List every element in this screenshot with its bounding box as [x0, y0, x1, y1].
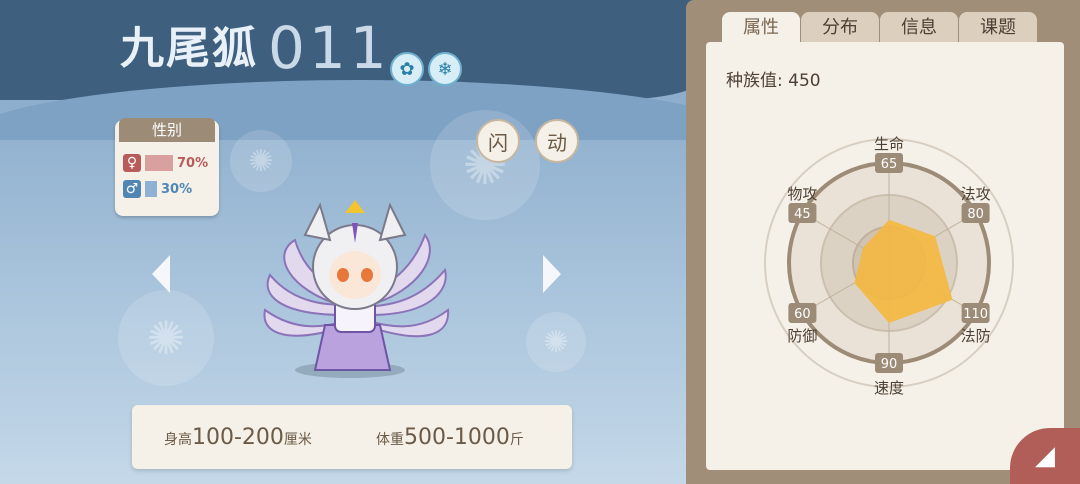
stat-label: 速度	[874, 379, 904, 397]
pokemon-name: 九尾狐	[120, 23, 258, 74]
swipe-icon: ◢	[1035, 441, 1055, 471]
pokemon-display: ✺ ✺ ✺ ✺ 九尾狐 011 ✿ ❄ 性别 ♀ 70% ♂ 30% 闪 动 身…	[0, 0, 700, 484]
prev-arrow-icon[interactable]	[152, 255, 170, 293]
tab-attributes[interactable]: 属性	[722, 12, 800, 43]
male-ratio: 30%	[161, 181, 193, 197]
stat-label: 法攻	[961, 185, 991, 203]
height-value: 100-200	[192, 425, 284, 450]
skill-button-flash[interactable]: 闪	[476, 119, 520, 163]
height-label: 身高	[164, 432, 192, 448]
weight-value: 500-1000	[404, 425, 510, 450]
size-info-box: 身高100-200厘米 体重500-1000斤	[132, 405, 572, 469]
stat-label: 物攻	[787, 185, 817, 203]
base-stat-total-value: 450	[788, 71, 821, 91]
stat-value: 45	[794, 207, 811, 222]
weight-unit: 斤	[509, 432, 524, 448]
height-info: 身高100-200厘米	[164, 425, 312, 450]
skill-button-move[interactable]: 动	[535, 119, 579, 163]
stat-label: 生命	[874, 135, 904, 153]
female-icon: ♀	[123, 154, 141, 172]
background-swirl-icon: ✺	[118, 290, 214, 386]
pokemon-number: 011	[268, 14, 391, 82]
gender-panel: 性别 ♀ 70% ♂ 30%	[115, 118, 219, 216]
female-ratio: 70%	[177, 155, 209, 171]
background-swirl-icon: ✺	[526, 312, 586, 372]
stat-value: 80	[967, 207, 984, 222]
male-ratio-bar	[145, 181, 157, 197]
base-stat-total-label: 种族值:	[726, 71, 783, 91]
gender-title: 性别	[119, 118, 215, 142]
next-arrow-icon[interactable]	[543, 255, 561, 293]
stat-label: 法防	[961, 327, 991, 345]
stat-value: 110	[963, 307, 988, 322]
height-unit: 厘米	[283, 432, 312, 448]
ice-type-icon: ❄	[428, 52, 462, 86]
male-icon: ♂	[123, 180, 141, 198]
stat-value: 60	[794, 307, 811, 322]
tab-info[interactable]: 信息	[880, 12, 958, 43]
male-row: ♂ 30%	[123, 180, 192, 198]
nine-tailed-fox-sprite	[263, 200, 450, 378]
weight-info: 体重500-1000斤	[376, 425, 524, 450]
weight-label: 体重	[376, 432, 404, 448]
background-swirl-icon: ✺	[230, 130, 292, 192]
stat-radar-chart: 65 生命 80 法攻 110 法防 90 速度 60 防御 45 物攻	[764, 135, 1014, 397]
female-ratio-bar	[145, 155, 173, 171]
tab-tasks[interactable]: 课题	[959, 12, 1037, 43]
stat-value: 90	[881, 357, 898, 372]
wind-type-icon: ✿	[390, 52, 424, 86]
base-stat-total: 种族值: 450	[726, 66, 821, 91]
stat-label: 防御	[787, 327, 817, 345]
stat-value: 65	[881, 157, 898, 172]
female-row: ♀ 70%	[123, 154, 208, 172]
tab-distribution[interactable]: 分布	[801, 12, 879, 43]
